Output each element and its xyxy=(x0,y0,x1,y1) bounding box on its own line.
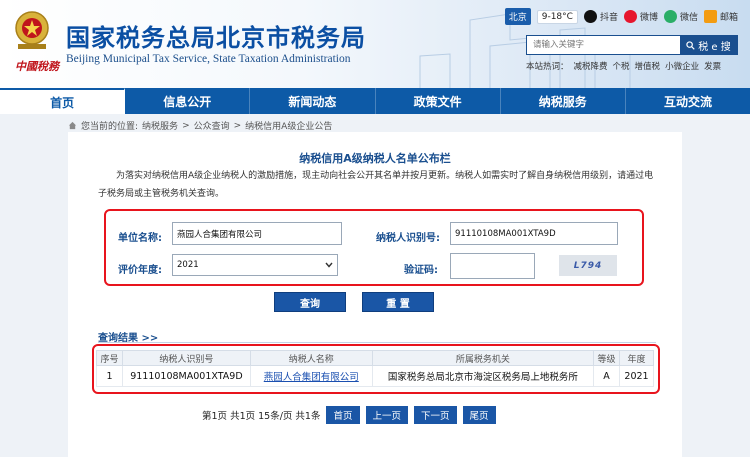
next-page-button[interactable]: 下一页 xyxy=(414,406,457,424)
year-select[interactable]: 2021 xyxy=(172,254,338,276)
hot-word-link[interactable]: 减税降费 xyxy=(574,60,608,72)
year-label: 评价年度: xyxy=(118,265,162,276)
mail-icon xyxy=(703,10,717,23)
column-header: 等级 xyxy=(593,350,620,366)
search-button-label: 税 e 搜 xyxy=(698,41,731,53)
nav-item-news[interactable]: 新闻动态 xyxy=(250,88,376,114)
taxpayer-id-field[interactable]: 91110108MA001XTA9D xyxy=(450,222,618,245)
site-search: 税 e 搜 xyxy=(526,35,738,55)
first-page-button[interactable]: 首页 xyxy=(326,406,360,424)
breadcrumb: 您当前的位置: 纳税服务 > 公众查询 > 纳税信用A级企业公告 xyxy=(68,119,332,132)
wechat-icon xyxy=(663,10,677,23)
cell-grade: A xyxy=(593,365,620,387)
cell-index: 1 xyxy=(96,365,123,387)
prev-page-button[interactable]: 上一页 xyxy=(365,406,409,424)
pagination-info: 第1页 共1页 15条/页 共1条 xyxy=(202,411,321,422)
main-panel: 纳税信用A级纳税人名单公布栏 为落实对纳税信用A级企业纳税人的激励措施，现主动向… xyxy=(68,132,682,457)
tiktok-icon xyxy=(583,10,597,23)
last-page-button[interactable]: 尾页 xyxy=(462,406,496,424)
cell-tax-authority: 国家税务总局北京市海淀区税务局上地税务所 xyxy=(371,365,595,387)
social-link-tiktok[interactable]: 抖音 xyxy=(583,10,618,23)
year-select-value: 2021 xyxy=(177,260,199,270)
social-label: 微博 xyxy=(639,13,658,23)
breadcrumb-item-current[interactable]: 纳税信用A级企业公告 xyxy=(245,119,332,132)
results-divider xyxy=(98,342,656,343)
brand-calligraphy: 中國稅務 xyxy=(15,60,59,73)
search-button[interactable]: 税 e 搜 xyxy=(680,36,737,54)
site-title[interactable]: 国家税务总局北京市税务局 xyxy=(66,18,366,53)
hot-words: 本站热词： 减税降费 个税 增值税 小微企业 发票 xyxy=(526,60,721,72)
unit-name-label: 单位名称: xyxy=(118,233,162,244)
nav-item-tax-service[interactable]: 纳税服务 xyxy=(501,88,626,114)
main-nav: 首页 信息公开 新闻动态 政策文件 纳税服务 互动交流 xyxy=(0,88,750,114)
cell-taxpayer-id: 91110108MA001XTA9D xyxy=(121,365,251,387)
column-header: 所属税务机关 xyxy=(371,350,595,366)
column-header: 序号 xyxy=(96,350,123,366)
nav-item-info-disclosure[interactable]: 信息公开 xyxy=(125,88,251,114)
hot-word-link[interactable]: 增值税 xyxy=(635,60,661,72)
table-header-row: 序号 纳税人识别号 纳税人名称 所属税务机关 等级 年度 xyxy=(96,350,654,366)
social-label: 邮箱 xyxy=(719,13,738,23)
header-topbar: 北京 9-18°C 抖音 微博 微信 邮箱 xyxy=(504,8,738,25)
query-button[interactable]: 查询 xyxy=(274,292,346,312)
hot-word-link[interactable]: 个税 xyxy=(613,60,630,72)
search-icon xyxy=(686,40,695,50)
city-selector[interactable]: 北京 xyxy=(504,8,531,25)
breadcrumb-item-tax-service[interactable]: 纳税服务 xyxy=(142,119,178,132)
social-link-weibo[interactable]: 微博 xyxy=(623,10,658,23)
site-header: 中國稅務 国家税务总局北京市税务局 Beijing Municipal Tax … xyxy=(0,0,750,88)
table-row: 1 91110108MA001XTA9D 燕园人合集团有限公司 国家税务总局北京… xyxy=(96,365,654,387)
social-label: 抖音 xyxy=(599,13,618,23)
captcha-image[interactable]: L794 xyxy=(559,255,617,276)
breadcrumb-prefix: 您当前的位置: xyxy=(81,122,139,132)
hot-word-link[interactable]: 小微企业 xyxy=(665,60,699,72)
tax-emblem-icon xyxy=(15,11,49,49)
captcha-field[interactable] xyxy=(450,253,535,279)
search-input[interactable] xyxy=(527,36,680,54)
page-title: 纳税信用A级纳税人名单公布栏 xyxy=(299,152,451,165)
column-header: 纳税人识别号 xyxy=(121,350,251,366)
social-link-mail[interactable]: 邮箱 xyxy=(703,10,738,23)
breadcrumb-item-public-query[interactable]: 公众查询 xyxy=(194,119,230,132)
hot-word-link[interactable]: 发票 xyxy=(704,60,721,72)
nav-item-interaction[interactable]: 互动交流 xyxy=(626,88,750,114)
reset-button[interactable]: 重 置 xyxy=(362,292,434,312)
weather-info: 9-18°C xyxy=(536,9,578,24)
column-header: 年度 xyxy=(619,350,654,366)
home-icon xyxy=(68,121,77,130)
cell-year: 2021 xyxy=(619,365,654,387)
social-label: 微信 xyxy=(679,13,698,23)
nav-item-policy[interactable]: 政策文件 xyxy=(376,88,501,114)
taxpayer-id-label: 纳税人识别号: xyxy=(376,233,440,244)
intro-text: 为落实对纳税信用A级企业纳税人的激励措施，现主动向社会公开其名单并按月更新。纳税… xyxy=(98,171,654,199)
site-subtitle: Beijing Municipal Tax Service, State Tax… xyxy=(66,53,351,65)
cell-taxpayer-name-link[interactable]: 燕园人合集团有限公司 xyxy=(249,365,373,387)
column-header: 纳税人名称 xyxy=(249,350,373,366)
unit-name-field[interactable]: 燕园人合集团有限公司 xyxy=(172,222,342,245)
pagination: 第1页 共1页 15条/页 共1条 首页 上一页 下一页 尾页 xyxy=(202,406,496,424)
nav-item-home[interactable]: 首页 xyxy=(0,88,126,114)
breadcrumb-separator: > xyxy=(233,120,242,131)
weibo-icon xyxy=(623,10,637,23)
chevron-down-icon xyxy=(325,262,333,268)
captcha-label: 验证码: xyxy=(404,265,438,276)
results-table: 序号 纳税人识别号 纳税人名称 所属税务机关 等级 年度 1 91110108M… xyxy=(96,350,654,387)
social-link-wechat[interactable]: 微信 xyxy=(663,10,698,23)
hot-words-label: 本站热词： xyxy=(526,62,569,72)
breadcrumb-separator: > xyxy=(182,120,190,131)
